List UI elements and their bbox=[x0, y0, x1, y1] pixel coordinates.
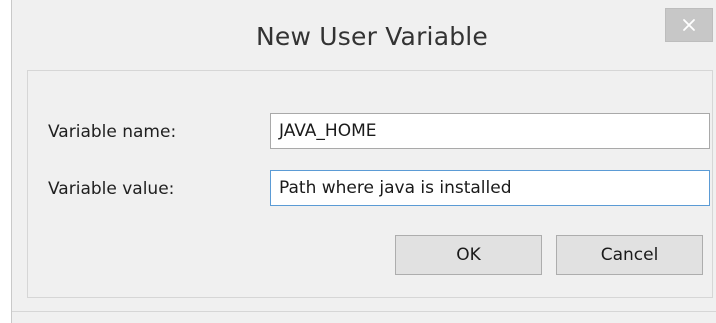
close-icon bbox=[683, 19, 695, 31]
new-user-variable-dialog: New User Variable Variable name: JAVA_HO… bbox=[11, 0, 716, 323]
title-bar[interactable]: New User Variable bbox=[12, 0, 716, 70]
variable-value-input[interactable]: Path where java is installed bbox=[270, 170, 710, 206]
ok-button[interactable]: OK bbox=[395, 235, 542, 275]
dialog-title: New User Variable bbox=[255, 22, 489, 51]
variable-name-label: Variable name: bbox=[48, 122, 177, 142]
cancel-button[interactable]: Cancel bbox=[556, 235, 703, 275]
variable-value-label: Variable value: bbox=[48, 179, 175, 199]
close-button[interactable] bbox=[665, 8, 713, 42]
variable-form-panel: Variable name: JAVA_HOME Variable value:… bbox=[27, 70, 713, 298]
variable-name-input[interactable]: JAVA_HOME bbox=[270, 113, 710, 149]
dialog-bottom-divider bbox=[12, 311, 716, 312]
